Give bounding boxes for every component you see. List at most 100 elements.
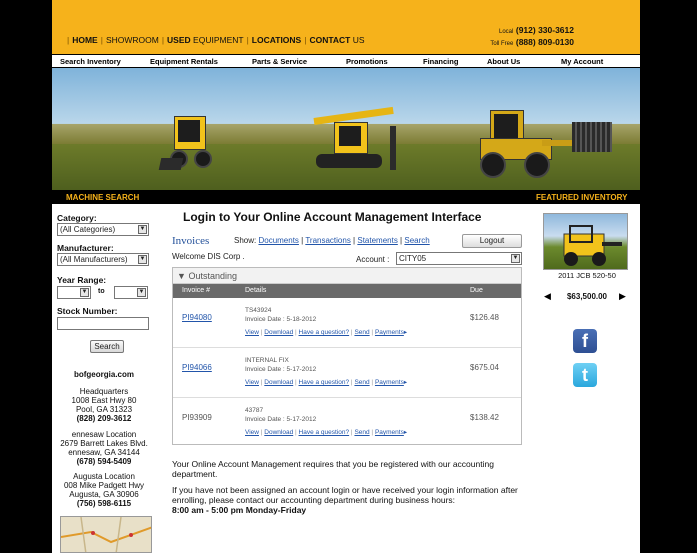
row-actions: View | Download | Have a question? | Sen…: [245, 379, 408, 386]
payments-link[interactable]: Payments: [375, 379, 404, 386]
invoice-number[interactable]: PI93909: [182, 413, 212, 422]
send-link[interactable]: Send: [354, 329, 369, 336]
phone-local: (912) 330-3612: [515, 25, 574, 35]
question-link[interactable]: Have a question?: [299, 379, 350, 386]
table-row: PI94080 TS43924 Invoice Date : 5-18-2012…: [173, 298, 521, 348]
table-row: PI93909 43787 Invoice Date : 5-17-2012 V…: [182, 407, 499, 436]
category-select[interactable]: (All Categories) ▼: [57, 223, 149, 236]
category-label: Category:: [57, 213, 97, 223]
nav-home[interactable]: HOME: [72, 35, 98, 45]
kennesaw-location: ennesaw Location 2679 Barrett Lakes Blvd…: [60, 430, 148, 466]
search-button[interactable]: Search: [90, 340, 124, 353]
stock-number-label: Stock Number:: [57, 306, 118, 316]
facebook-icon[interactable]: f: [573, 329, 597, 353]
info-paragraph-2: If you have not been assigned an account…: [172, 485, 518, 505]
year-to-select[interactable]: ▼: [114, 286, 148, 299]
payments-link[interactable]: Payments: [375, 429, 404, 436]
page: | HOME | SHOWROOM | USED EQUIPMENT | LOCATIONS |…: [52, 0, 640, 553]
info-paragraph-1: Your Online Account Management requires …: [172, 459, 494, 479]
year-from-select[interactable]: ▼: [57, 286, 91, 299]
question-link[interactable]: Have a question?: [299, 429, 350, 436]
phone-numbers: Local (912) 330-3612 Toll Free (888) 809…: [490, 25, 574, 49]
nav-locations[interactable]: LOCATIONS: [252, 35, 301, 45]
view-link[interactable]: View: [245, 329, 259, 336]
arrow-right-icon: ▸: [403, 379, 408, 386]
account-select[interactable]: CITY05 ▼: [396, 252, 522, 265]
chevron-down-icon: ▼: [138, 255, 147, 264]
mainnav-equipment-rentals[interactable]: Equipment Rentals: [150, 57, 218, 66]
invoice-panel: ▼ Outstanding Invoice # Details Due PI94…: [172, 267, 522, 445]
payments-link[interactable]: Payments: [375, 329, 404, 336]
invoices-heading: Invoices: [172, 235, 210, 247]
outstanding-header[interactable]: ▼ Outstanding: [173, 268, 521, 284]
phone-tollfree-label: Toll Free: [490, 41, 514, 47]
banner-label-bar: MACHINE SEARCH FEATURED INVENTORY: [52, 190, 640, 204]
chevron-down-icon: ▼: [138, 225, 147, 234]
send-link[interactable]: Send: [354, 429, 369, 436]
view-link[interactable]: View: [245, 379, 259, 386]
mainnav-financing[interactable]: Financing: [423, 57, 458, 66]
header-bar: | HOME | SHOWROOM | USED EQUIPMENT | LOCATIONS |…: [52, 0, 640, 54]
due-amount: $675.04: [470, 363, 499, 372]
nav-equipment[interactable]: EQUIPMENT: [193, 35, 244, 45]
download-link[interactable]: Download: [264, 429, 293, 436]
link-statements[interactable]: Statements: [357, 236, 397, 245]
due-amount: $138.42: [470, 413, 499, 422]
chevron-down-icon: ▼: [80, 288, 89, 297]
nav-us[interactable]: US: [353, 35, 365, 45]
augusta-location: Augusta Location 008 Mike Padgett Hwy Au…: [63, 472, 145, 508]
welcome-text: Welcome DIS Corp .: [172, 252, 245, 261]
site-name: bofgeorgia.com: [73, 370, 134, 379]
download-link[interactable]: Download: [264, 329, 293, 336]
page-title: Login to Your Online Account Management …: [183, 210, 482, 224]
arrow-right-icon: ▸: [403, 329, 408, 336]
mainnav-my-account[interactable]: My Account: [561, 57, 603, 66]
main-nav: Search Inventory Equipment Rentals Parts…: [52, 54, 640, 68]
skid-steer-image: [158, 110, 230, 176]
nav-contact[interactable]: CONTACT: [309, 35, 350, 45]
link-search[interactable]: Search: [404, 236, 429, 245]
link-documents[interactable]: Documents: [258, 236, 298, 245]
wheel-loader-image: [476, 102, 616, 182]
mainnav-about-us[interactable]: About Us: [487, 57, 520, 66]
nav-showroom[interactable]: SHOWROOM: [106, 35, 159, 45]
row-actions: View | Download | Have a question? | Sen…: [245, 329, 408, 336]
twitter-icon[interactable]: t: [573, 363, 597, 387]
row-actions: View | Download | Have a question? | Sen…: [245, 429, 408, 436]
triangle-down-icon: ▼: [177, 271, 186, 281]
invoice-number-link[interactable]: PI94066: [182, 363, 212, 372]
invoice-table-header: Invoice # Details Due: [173, 284, 521, 298]
mainnav-promotions[interactable]: Promotions: [346, 57, 388, 66]
nav-used[interactable]: USED: [167, 35, 191, 45]
link-transactions[interactable]: Transactions: [305, 236, 351, 245]
phone-local-label: Local: [499, 29, 514, 35]
send-link[interactable]: Send: [354, 379, 369, 386]
telehandler-image: [563, 225, 622, 266]
due-amount: $126.48: [470, 313, 499, 322]
phone-tollfree: (888) 809-0130: [515, 37, 574, 47]
featured-machine-image[interactable]: [543, 213, 628, 270]
download-link[interactable]: Download: [264, 379, 293, 386]
arrow-right-icon: ▸: [403, 429, 408, 436]
chevron-down-icon: ▼: [511, 254, 520, 263]
table-row: PI94066 INTERNAL FIX Invoice Date : 5-17…: [173, 348, 521, 398]
machine-search-label: MACHINE SEARCH: [66, 193, 140, 202]
mainnav-parts-service[interactable]: Parts & Service: [252, 57, 307, 66]
chevron-down-icon: ▼: [137, 288, 146, 297]
logout-button[interactable]: Logout: [462, 234, 522, 248]
year-to-label: to: [98, 288, 105, 295]
top-nav: | HOME | SHOWROOM | USED EQUIPMENT | LOCATIONS |…: [67, 35, 365, 45]
map-icon: [61, 517, 151, 552]
featured-inventory-label: FEATURED INVENTORY: [536, 193, 628, 202]
track-loader-image: [294, 98, 414, 178]
manufacturer-select[interactable]: (All Manufacturers) ▼: [57, 253, 149, 266]
location-map[interactable]: [60, 516, 152, 553]
stock-number-input[interactable]: [57, 317, 149, 330]
invoice-number-link[interactable]: PI94080: [182, 313, 212, 322]
view-link[interactable]: View: [245, 429, 259, 436]
show-links: Show: Documents | Transactions | Stateme…: [234, 236, 430, 245]
arrow-right-icon[interactable]: ▶: [619, 291, 626, 302]
question-link[interactable]: Have a question?: [299, 329, 350, 336]
featured-name: 2011 JCB 520-50: [558, 271, 616, 280]
mainnav-search-inventory[interactable]: Search Inventory: [60, 57, 121, 66]
